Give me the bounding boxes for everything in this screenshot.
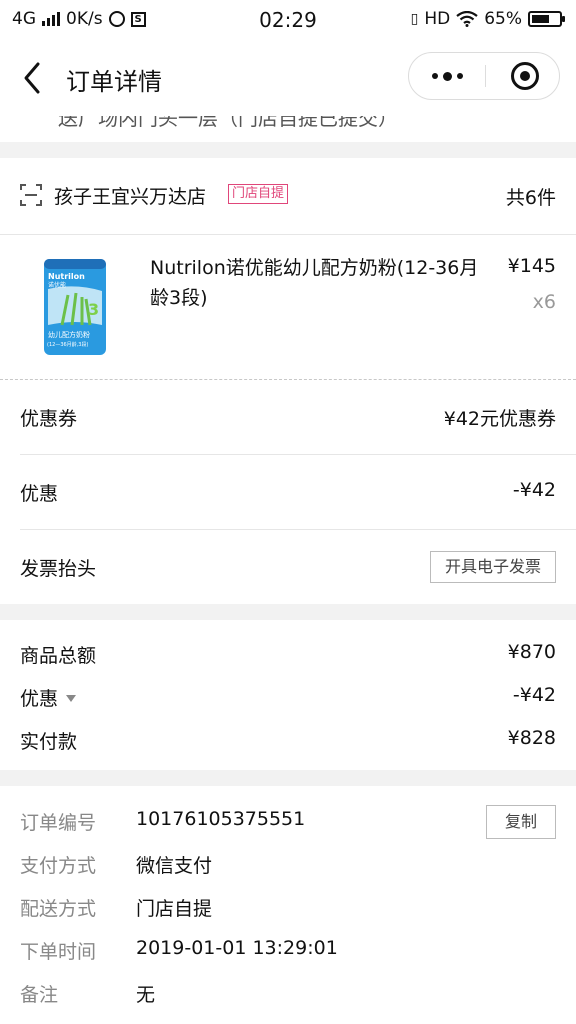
svg-text:3: 3	[88, 300, 99, 319]
summary-discount-row[interactable]: 优惠 -¥42	[0, 684, 576, 724]
summary-discount-label: 优惠	[20, 684, 77, 711]
store-card: 孩子王宜兴万达店 门店自提 共6件 Nutrilon 诺优能 3 幼儿配方奶粉 …	[0, 158, 576, 380]
close-mini-program-button[interactable]	[511, 62, 539, 90]
total-value: ¥870	[507, 641, 556, 663]
payment-label: 支付方式	[20, 855, 97, 877]
product-item[interactable]: Nutrilon 诺优能 3 幼儿配方奶粉 (12—36月龄,3段) Nutri…	[0, 235, 576, 380]
paid-row: 实付款 ¥828	[0, 727, 576, 767]
capsule-divider	[485, 65, 486, 87]
wifi-icon	[456, 11, 478, 27]
item-count: 共6件	[505, 187, 556, 209]
svg-text:(12—36月龄,3段): (12—36月龄,3段)	[47, 341, 88, 348]
order-time-label: 下单时间	[20, 941, 97, 963]
payment-value: 微信支付	[136, 855, 213, 877]
invoice-row: 发票抬头 开具电子发票	[0, 530, 576, 605]
paid-label: 实付款	[20, 731, 78, 753]
store-row: 孩子王宜兴万达店 门店自提 共6件	[0, 158, 576, 235]
order-time-value: 2019-01-01 13:29:01	[136, 937, 338, 959]
note-row: 备注 无	[0, 980, 576, 1020]
discount-card: 优惠券 ¥42元优惠券 优惠 -¥42 发票抬头 开具电子发票	[0, 380, 576, 604]
product-image: Nutrilon 诺优能 3 幼儿配方奶粉 (12—36月龄,3段)	[44, 259, 106, 355]
delivery-row: 配送方式 门店自提	[0, 894, 576, 934]
vibrate-icon: ▯	[410, 11, 419, 27]
order-id-value: 10176105375551	[136, 808, 306, 830]
chevron-left-icon	[24, 62, 40, 94]
coupon-row[interactable]: 优惠券 ¥42元优惠券	[0, 380, 576, 455]
more-button[interactable]	[409, 53, 485, 99]
caret-down-icon[interactable]	[66, 695, 77, 702]
svg-text:幼儿配方奶粉: 幼儿配方奶粉	[48, 330, 90, 339]
mini-program-capsule	[408, 52, 560, 100]
order-info-card: 订单编号 10176105375551 复制 支付方式 微信支付 配送方式 门店…	[0, 786, 576, 1024]
discount-row: 优惠 -¥42	[0, 455, 576, 530]
total-row: 商品总额 ¥870	[0, 641, 576, 681]
nav-bar: 订单详情	[0, 40, 576, 116]
status-bar: 4G 0K/s S 02:29 ▯ HD 65%	[0, 0, 576, 40]
order-id-row: 订单编号 10176105375551 复制	[0, 805, 576, 848]
hd-label: HD	[424, 9, 451, 29]
svg-text:诺优能: 诺优能	[48, 281, 66, 289]
invoice-label: 发票抬头	[20, 558, 97, 580]
delivery-label: 配送方式	[20, 898, 97, 920]
paid-value: ¥828	[507, 727, 556, 749]
issue-invoice-button[interactable]: 开具电子发票	[429, 551, 556, 583]
discount-label: 优惠	[20, 483, 59, 505]
payment-row: 支付方式 微信支付	[0, 851, 576, 891]
status-right: ▯ HD 65%	[410, 9, 565, 29]
order-id-label: 订单编号	[20, 812, 97, 834]
summary-discount-value: -¥42	[512, 684, 556, 706]
total-label: 商品总额	[20, 645, 97, 667]
delivery-value: 门店自提	[136, 898, 213, 920]
note-value: 无	[136, 984, 156, 1006]
pickup-tag: 门店自提	[228, 184, 289, 204]
battery-percent: 65%	[484, 9, 522, 29]
discount-value: -¥42	[512, 479, 556, 501]
battery-icon	[528, 11, 565, 27]
summary-card: 商品总额 ¥870 优惠 -¥42 实付款 ¥828	[0, 620, 576, 770]
product-price: ¥145	[507, 255, 556, 277]
svg-text:Nutrilon: Nutrilon	[48, 272, 85, 281]
note-label: 备注	[20, 984, 59, 1006]
page-title: 订单详情	[66, 68, 162, 96]
copy-button[interactable]: 复制	[486, 805, 556, 839]
order-time-row: 下单时间 2019-01-01 13:29:01	[0, 937, 576, 977]
address-fragment: 送广场内门头一层（门店自提已提交）	[58, 116, 398, 130]
coupon-value: ¥42元优惠券	[443, 408, 556, 430]
product-name: Nutrilon诺优能幼儿配方奶粉(12-36月龄3段)	[150, 257, 479, 309]
coupon-label: 优惠券	[20, 408, 78, 430]
scan-icon	[20, 184, 42, 206]
address-strip: 送广场内门头一层（门店自提已提交）	[0, 116, 576, 142]
back-button[interactable]	[18, 60, 48, 96]
product-quantity: x6	[532, 291, 556, 313]
store-name[interactable]: 孩子王宜兴万达店	[54, 182, 206, 209]
